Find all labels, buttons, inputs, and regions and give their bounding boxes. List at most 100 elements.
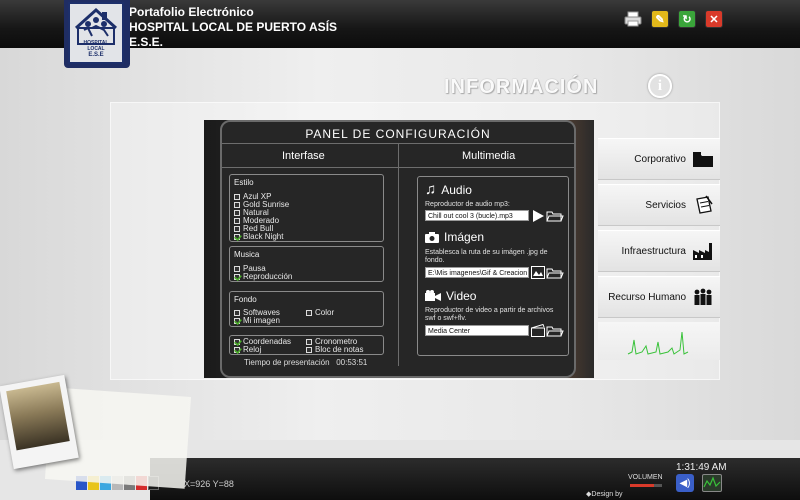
nav-item-corporativo[interactable]: Corporativo [598,138,720,180]
audio-desc: Reproductor de audio mp3: [425,201,510,208]
panel-column-divider [398,143,399,366]
design-label: Design by [591,491,623,498]
extras-group: Coordenadas Cronometro Reloj Bloc de not… [229,335,384,355]
printer-icon [624,11,642,27]
option-label: Black Night [243,232,284,241]
hospital-name: HOSPITAL LOCAL DE PUERTO ASÍS [129,20,338,34]
close-button[interactable]: ✕ [705,10,723,28]
option-bloc-de-notas[interactable]: Bloc de notas [306,346,363,354]
open-folder-icon[interactable] [546,267,564,279]
clapperboard-icon[interactable] [531,324,545,337]
folder-icon [693,152,713,167]
factory-icon [693,243,712,260]
refresh-button[interactable]: ↻ [678,10,696,28]
musica-group: Musica Pausa Reproducción [229,246,384,282]
waveform-icon [703,476,721,488]
checkbox[interactable] [234,310,240,316]
video-title: Video [425,289,476,303]
edit-icon: ✎ [655,13,665,26]
edit-button[interactable]: ✎ [651,10,669,28]
nav-item-label: Corporativo [634,154,686,165]
play-icon[interactable] [532,210,544,222]
video-source-field[interactable]: Media Center [425,325,529,336]
panel-title: PANEL DE CONFIGURACIÓN [305,127,491,141]
option-black-night[interactable]: Black Night [234,233,283,241]
checkbox[interactable] [234,234,240,240]
checkbox[interactable] [234,274,240,280]
audio-title: ♫ Audio [425,181,472,198]
presentation-time: Tiempo de presentación 00:53:51 [244,358,367,367]
activity-graph [598,322,720,360]
estilo-group: Estilo Azul XP Gold Sunrise Natural Mode… [229,174,384,242]
close-icon: ✕ [709,13,719,26]
checkbox[interactable] [234,266,240,272]
audio-toggle-button[interactable]: ◀) [676,474,694,492]
nav-item-label: Recurso Humano [608,292,686,303]
info-icon[interactable]: i [648,74,672,98]
open-folder-icon[interactable] [546,325,564,337]
nav-item-recurso-humano[interactable]: Recurso Humano [598,276,720,318]
tab-interfase[interactable]: Interfase [282,150,325,162]
print-button[interactable] [624,10,642,28]
nav-item-servicios[interactable]: Servicios [598,184,720,226]
people-icon [694,288,712,305]
checkbox[interactable] [234,339,240,345]
hospital-logo: HOSPITAL LOCAL E.S.E [68,2,124,64]
activity-wave [627,331,689,355]
option-color[interactable]: Color [306,309,334,317]
checkbox[interactable] [234,218,240,224]
group-title: Fondo [234,295,257,304]
city-photo [6,381,70,451]
clock: 1:31:49 AM [676,462,727,473]
video-desc: Reproductor de video a partir de archivo… [425,307,554,322]
video-camera-icon [425,290,441,301]
multimedia-group: ♫ Audio Reproductor de audio mp3: Chill … [417,176,569,356]
tab-multimedia[interactable]: Multimedia [462,150,515,162]
checkbox[interactable] [234,318,240,324]
imagen-title-text: Imágen [444,230,485,244]
volume-level [630,484,654,487]
checkbox[interactable] [234,347,240,353]
option-label: Bloc de notas [315,345,364,354]
fondo-group: Fondo Softwaves Color Mi imagen [229,291,384,327]
imagen-title: Imágen [425,230,484,244]
camera-icon [425,232,439,243]
option-label: Reloj [243,345,262,354]
volume-label: VOLUMEN [628,474,663,481]
notepad-icon [696,195,713,214]
logo-subtext: E.S.E [88,52,104,58]
checkbox[interactable] [234,202,240,208]
logo-text: HOSPITAL LOCAL [83,40,109,52]
speaker-icon: ◀) [679,477,691,489]
option-mi-imagen[interactable]: Mi imagen [234,317,280,325]
checkbox[interactable] [234,210,240,216]
checkbox[interactable] [234,226,240,232]
checkbox[interactable] [306,339,312,345]
group-title: Estilo [234,178,254,187]
app-title: Portafolio Electrónico [129,5,254,19]
presentation-label: Tiempo de presentación [244,358,330,367]
config-panel: PANEL DE CONFIGURACIÓN Interfase Multime… [220,120,576,378]
coordinates-readout: X=926 Y=88 [184,479,234,489]
imagen-desc: Establesca la ruta de su imágen .jpg de … [425,249,548,264]
presentation-time-value: 00:53:51 [336,358,368,367]
imagen-path-field[interactable]: E:\Mis imagenes\Gif & Creacion [425,267,529,278]
checkbox[interactable] [306,347,312,353]
graph-toggle-button[interactable] [702,474,722,492]
audio-title-text: Audio [441,182,472,197]
option-reproduccion[interactable]: Reproducción [234,273,292,281]
option-reloj[interactable]: Reloj [234,346,261,354]
image-picker-icon[interactable] [531,266,545,279]
audio-file-field[interactable]: Chill out cool 3 (bucle).mp3 [425,210,529,221]
checkbox[interactable] [306,310,312,316]
open-folder-icon[interactable] [546,210,564,222]
music-note-icon: ♫ [425,181,437,198]
volume-slider[interactable] [630,484,662,487]
nav-item-infraestructura[interactable]: Infraestructura [598,230,720,272]
refresh-icon: ↻ [682,13,692,26]
option-label: Color [315,308,335,317]
video-title-text: Video [446,289,477,303]
nav-item-label: Infraestructura [621,246,686,257]
nav-item-label: Servicios [645,200,686,211]
checkbox[interactable] [234,194,240,200]
